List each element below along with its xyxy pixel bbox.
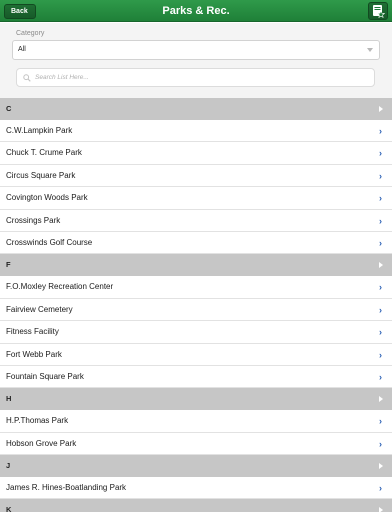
list-item[interactable]: C.W.Lampkin Park › <box>0 120 392 143</box>
section-letter: H <box>6 394 12 404</box>
list-item-label: James R. Hines-Boatlanding Park <box>6 483 127 493</box>
section-header-h[interactable]: H <box>0 388 392 411</box>
category-value: All <box>18 46 26 53</box>
list-item[interactable]: Fountain Square Park › <box>0 365 392 389</box>
filter-panel: Category All Search List Here... <box>0 23 392 98</box>
section-letter: K <box>6 505 12 512</box>
favorites-button[interactable] <box>368 2 388 20</box>
chevron-right-icon: › <box>379 371 382 382</box>
chevron-right-icon: › <box>379 148 382 159</box>
triangle-right-icon <box>379 507 383 512</box>
navigation-bar: Back Parks & Rec. <box>0 0 392 22</box>
list-item-label: Hobson Grove Park <box>6 438 77 448</box>
page-title: Parks & Rec. <box>162 5 230 17</box>
bookmark-star-icon <box>373 5 385 18</box>
list-item[interactable]: Crossings Park › <box>0 209 392 232</box>
list-item-label: Chuck T. Crume Park <box>6 148 82 158</box>
list-item-label: Crossings Park <box>6 215 61 225</box>
chevron-right-icon: › <box>379 438 382 449</box>
section-letter: J <box>6 461 11 471</box>
section-header-j[interactable]: J <box>0 455 392 478</box>
list-item-label: Circus Square Park <box>6 170 76 180</box>
chevron-right-icon: › <box>379 126 382 136</box>
list-item[interactable]: James R. Hines-Boatlanding Park › <box>0 477 392 500</box>
list-item[interactable]: H.P.Thomas Park › <box>0 410 392 433</box>
chevron-right-icon: › <box>379 349 382 360</box>
chevron-right-icon: › <box>379 416 382 427</box>
section-header-f[interactable]: F <box>0 254 392 277</box>
list-item-label: Fairview Cemetery <box>6 304 73 314</box>
places-list: C C.W.Lampkin Park › Chuck T. Crume Park ›… <box>0 98 392 512</box>
list-item-label: Crosswinds Golf Course <box>6 237 93 247</box>
list-item[interactable]: Crosswinds Golf Course › <box>0 231 392 255</box>
chevron-right-icon: › <box>379 170 382 181</box>
list-item[interactable]: Hobson Grove Park › <box>0 432 392 456</box>
chevron-right-icon: › <box>379 282 382 293</box>
list-item[interactable]: Fort Webb Park › <box>0 343 392 366</box>
chevron-right-icon: › <box>379 237 382 248</box>
category-label: Category <box>16 30 45 37</box>
list-item-label: Fountain Square Park <box>6 371 84 381</box>
search-input[interactable]: Search List Here... <box>16 68 375 87</box>
list-item-label: C.W.Lampkin Park <box>6 126 73 135</box>
list-item[interactable]: Fairview Cemetery › <box>0 298 392 322</box>
chevron-right-icon: › <box>379 193 382 204</box>
caret-down-icon <box>367 48 373 52</box>
chevron-right-icon: › <box>379 327 382 338</box>
category-select[interactable]: All <box>12 40 380 60</box>
section-letter: C <box>6 104 12 113</box>
list-item[interactable]: Covington Woods Park › <box>0 187 392 210</box>
list-item[interactable]: Chuck T. Crume Park › <box>0 142 392 165</box>
triangle-right-icon <box>379 106 383 112</box>
list-item-label: Fitness Facility <box>6 327 59 337</box>
triangle-right-icon <box>379 396 383 403</box>
section-letter: F <box>6 260 11 270</box>
magnifier-icon <box>23 74 31 82</box>
list-item[interactable]: Fitness Facility › <box>0 321 392 344</box>
list-item-label: F.O.Moxley Recreation Center <box>6 282 114 292</box>
triangle-right-icon <box>379 262 383 269</box>
section-header-k[interactable]: K <box>0 499 392 512</box>
list-item[interactable]: F.O.Moxley Recreation Center › <box>0 276 392 299</box>
list-item[interactable]: Circus Square Park › <box>0 164 392 188</box>
triangle-right-icon <box>379 463 383 470</box>
search-placeholder: Search List Here... <box>35 74 89 81</box>
list-item-label: Covington Woods Park <box>6 193 88 203</box>
chevron-right-icon: › <box>379 304 382 315</box>
list-item-label: H.P.Thomas Park <box>6 416 69 426</box>
list-item-label: Fort Webb Park <box>6 349 62 359</box>
section-header-c[interactable]: C <box>0 98 392 120</box>
chevron-right-icon: › <box>379 215 382 226</box>
chevron-right-icon: › <box>379 483 382 494</box>
